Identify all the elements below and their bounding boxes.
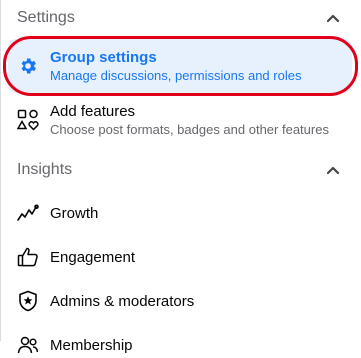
engagement-label: Engagement <box>50 248 136 266</box>
sidebar-item-group-settings[interactable]: Group settings Manage discussions, permi… <box>8 39 352 93</box>
membership-label: Membership <box>50 336 133 354</box>
settings-section-header[interactable]: Settings <box>17 8 341 28</box>
sidebar-item-admins-moderators[interactable]: Admins & moderators <box>8 288 352 314</box>
thumbs-up-icon <box>17 246 39 268</box>
gear-icon <box>17 55 39 77</box>
panel-left-border <box>0 0 1 341</box>
settings-section-title: Settings <box>17 9 75 26</box>
shapes-icon <box>17 109 39 131</box>
group-settings-description: Manage discussions, permissions and role… <box>50 67 302 83</box>
shield-star-icon <box>17 290 39 312</box>
add-features-label: Add features <box>50 102 136 120</box>
sidebar-item-membership[interactable]: Membership <box>8 332 352 358</box>
insights-section-title: Insights <box>17 161 73 178</box>
chevron-up-icon[interactable] <box>325 162 341 178</box>
add-features-description: Choose post formats, badges and other fe… <box>50 121 329 137</box>
sidebar-item-engagement[interactable]: Engagement <box>8 244 352 270</box>
sidebar-item-growth[interactable]: Growth <box>8 200 352 226</box>
group-settings-label: Group settings <box>50 48 157 66</box>
growth-chart-icon <box>17 202 39 224</box>
chevron-up-icon[interactable] <box>325 10 341 26</box>
people-icon <box>17 334 39 356</box>
admins-moderators-label: Admins & moderators <box>50 292 195 310</box>
insights-section-header[interactable]: Insights <box>17 160 341 180</box>
sidebar-item-add-features[interactable]: Add features Choose post formats, badges… <box>8 100 352 140</box>
growth-label: Growth <box>50 204 99 222</box>
